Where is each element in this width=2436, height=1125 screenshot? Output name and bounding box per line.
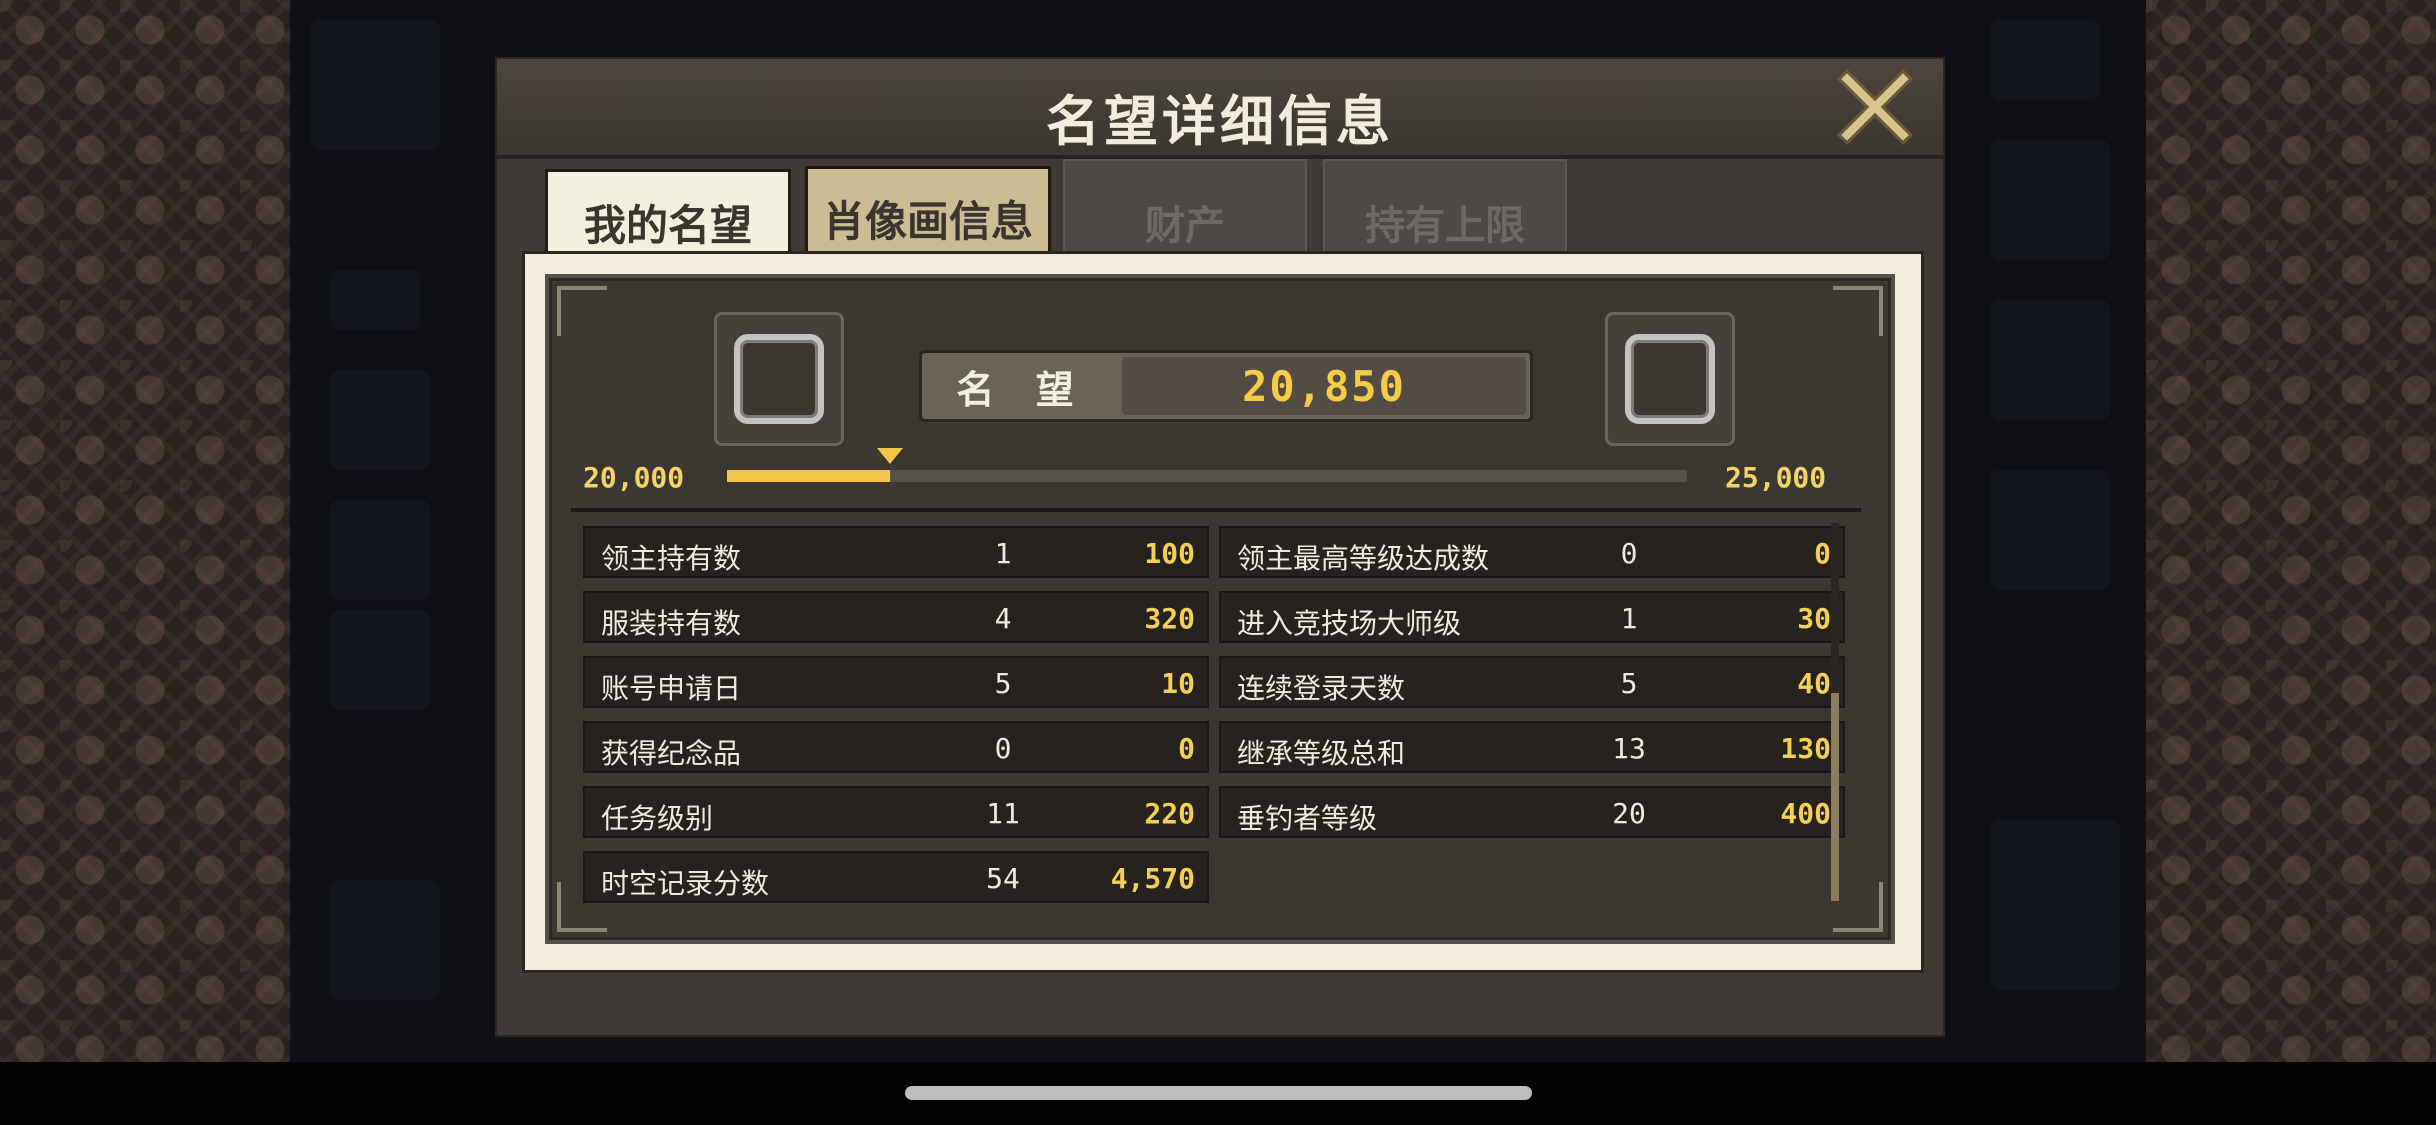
- fame-details-dialog: 名望详细信息 财产 持有上限 我的名望 肖像画信息 名 望 20,850 20,…: [495, 57, 1945, 1037]
- progress-marker-icon: [877, 448, 904, 464]
- rank-badge-icon: [1625, 334, 1715, 424]
- current-rank-badge: [714, 312, 844, 446]
- stat-count: 13: [1612, 732, 1646, 765]
- progress-max-label: 25,000: [1725, 461, 1827, 494]
- stat-row: 继承等级总和 13 130: [1219, 721, 1845, 773]
- stat-count: 5: [994, 667, 1012, 700]
- rank-badge-icon: [734, 334, 824, 424]
- corner-ornament: [1833, 286, 1883, 336]
- stat-points: 130: [1780, 732, 1831, 765]
- content-frame: 名 望 20,850 20,000 25,000 领主持有数 1 100 服装持有数 4…: [522, 251, 1924, 973]
- stat-name: 进入竞技场大师级: [1237, 607, 1462, 640]
- stat-row: 任务级别 11 220: [583, 786, 1209, 838]
- decorative-side-pattern-right: [2146, 0, 2436, 1062]
- progress-min-label: 20,000: [583, 461, 685, 494]
- stat-count: 20: [1612, 797, 1646, 830]
- decorative-side-pattern-left: [0, 0, 290, 1062]
- tab-label: 我的名望: [583, 200, 752, 250]
- stat-points: 40: [1797, 667, 1831, 700]
- fame-panel: 名 望 20,850 20,000 25,000 领主持有数 1 100 服装持有数 4…: [545, 274, 1895, 944]
- stat-points: 10: [1161, 667, 1195, 700]
- stat-points: 100: [1144, 537, 1195, 570]
- stat-row: 服装持有数 4 320: [583, 591, 1209, 643]
- stat-count: 1: [1620, 602, 1638, 635]
- stat-count: 54: [986, 862, 1020, 895]
- home-indicator[interactable]: [905, 1086, 1532, 1100]
- stat-name: 任务级别: [601, 802, 714, 835]
- stat-name: 垂钓者等级: [1237, 802, 1378, 835]
- fame-progress-fill: [727, 470, 891, 482]
- stat-name: 连续登录天数: [1237, 672, 1406, 705]
- stat-name: 领主最高等级达成数: [1237, 542, 1490, 575]
- stat-row: 账号申请日 5 10: [583, 656, 1209, 708]
- stats-scrollbar[interactable]: [1831, 523, 1839, 901]
- tab-label: 肖像画信息: [822, 196, 1033, 246]
- stat-name: 继承等级总和: [1237, 737, 1406, 770]
- stat-points: 400: [1780, 797, 1831, 830]
- stat-count: 1: [994, 537, 1012, 570]
- fame-stats-table: 领主持有数 1 100 服装持有数 4 320 账号申请日 5 10 获得纪念品 0 0 任务级别 11 2…: [571, 508, 1861, 908]
- stat-points: 320: [1144, 602, 1195, 635]
- close-x-icon: [1837, 69, 1913, 145]
- stat-count: 4: [994, 602, 1012, 635]
- stat-row: 进入竞技场大师级 1 30: [1219, 591, 1845, 643]
- stat-row: 领主最高等级达成数 0 0: [1219, 526, 1845, 578]
- fame-label: 名 望: [956, 367, 1088, 412]
- fame-value: 20,850: [1122, 357, 1526, 415]
- stat-name: 账号申请日: [601, 672, 742, 705]
- corner-ornament: [557, 286, 607, 336]
- scrollbar-thumb[interactable]: [1831, 693, 1839, 901]
- background-tab-label: 持有上限: [1365, 203, 1525, 249]
- stat-points: 4,570: [1110, 862, 1195, 895]
- background-tab-label: 财产: [1145, 203, 1225, 249]
- stat-name: 领主持有数: [601, 542, 742, 575]
- next-rank-badge: [1605, 312, 1735, 446]
- stat-row: 获得纪念品 0 0: [583, 721, 1209, 773]
- stat-count: 5: [1620, 667, 1638, 700]
- fame-progress-bar: [727, 470, 1687, 482]
- stat-points: 220: [1144, 797, 1195, 830]
- stat-row: 领主持有数 1 100: [583, 526, 1209, 578]
- stat-points: 30: [1797, 602, 1831, 635]
- stat-row: 垂钓者等级 20 400: [1219, 786, 1845, 838]
- stat-name: 获得纪念品: [601, 737, 742, 770]
- dialog-title: 名望详细信息: [1046, 90, 1394, 153]
- stat-points: 0: [1814, 537, 1831, 570]
- stat-points: 0: [1178, 732, 1195, 765]
- dialog-title-bar: 名望详细信息: [497, 59, 1943, 159]
- stat-row: 连续登录天数 5 40: [1219, 656, 1845, 708]
- fame-summary: 名 望 20,850: [919, 350, 1533, 422]
- stat-count: 0: [994, 732, 1012, 765]
- stat-count: 0: [1620, 537, 1638, 570]
- stat-row: 时空记录分数 54 4,570: [583, 851, 1209, 903]
- stat-name: 服装持有数: [601, 607, 742, 640]
- stat-count: 11: [986, 797, 1020, 830]
- stat-name: 时空记录分数: [601, 867, 770, 900]
- close-button[interactable]: [1837, 69, 1913, 145]
